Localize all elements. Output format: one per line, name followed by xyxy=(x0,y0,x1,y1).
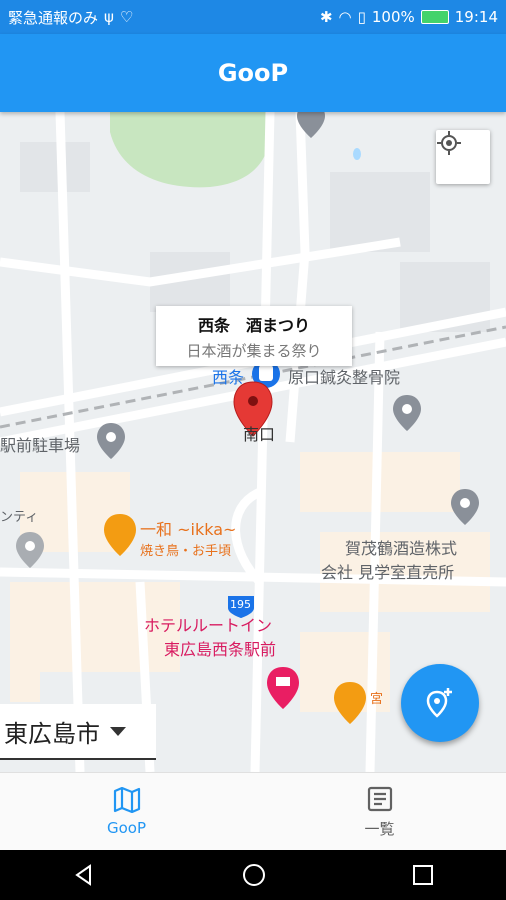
map-icon xyxy=(113,787,140,813)
info-window-title: 西条 酒まつり xyxy=(197,316,310,335)
partial-label: 宮 xyxy=(370,692,384,707)
add-location-icon xyxy=(426,688,452,718)
status-text: 緊急通報のみ xyxy=(8,8,99,27)
south-exit-label: 南口 xyxy=(243,425,276,444)
station-label: 西条 xyxy=(212,368,245,387)
battery-percent: 100% xyxy=(371,8,415,26)
route-number: 195 xyxy=(230,598,251,611)
bottom-navigation: GooP 一覧 xyxy=(0,772,506,851)
marker-info-window[interactable]: 西条 酒まつり 日本酒が集まる祭り xyxy=(156,306,352,366)
ikka-sublabel: 焼き鳥・お手頃 xyxy=(140,544,232,559)
clinic-label: 原口鍼灸整骨院 xyxy=(288,368,401,387)
parking-label: 駅前駐車場 xyxy=(0,436,81,455)
nav-item-map[interactable]: GooP xyxy=(0,773,253,851)
sim-icon: ▯ xyxy=(357,8,366,26)
usb-icon: ψ xyxy=(104,8,114,26)
info-window-subtitle: 日本酒が集まる祭り xyxy=(186,342,322,360)
recents-icon[interactable] xyxy=(412,864,434,886)
ikka-label: 一和 ~ikka~ xyxy=(140,520,237,539)
list-icon xyxy=(367,786,392,811)
kamotsuru-label-1: 賀茂鶴酒造株式 xyxy=(345,539,458,558)
home-icon[interactable] xyxy=(241,862,267,888)
clock: 19:14 xyxy=(454,8,498,26)
city-dropdown[interactable]: 東広島市 xyxy=(0,704,156,760)
add-location-fab[interactable] xyxy=(401,664,479,742)
app-bar: GooP xyxy=(0,34,506,112)
back-icon[interactable] xyxy=(72,863,96,887)
wifi-icon: ◠ xyxy=(338,8,352,26)
hotel-label-2: 東広島西条駅前 xyxy=(164,640,277,659)
my-location-button[interactable] xyxy=(436,130,490,184)
hotel-label-1: ホテルルートイン xyxy=(144,616,273,635)
crosshair-icon xyxy=(437,131,461,155)
app-title: GooP xyxy=(217,59,289,87)
system-navigation-bar xyxy=(0,850,506,900)
kamotsuru-label-2: 会社 見学室直売所 xyxy=(321,563,455,582)
status-bar: 緊急通報のみ ψ ♡ ✱ ◠ ▯ 100% 19:14 xyxy=(0,0,506,34)
bluetooth-icon: ✱ xyxy=(319,8,333,26)
nav-label-list: 一覧 xyxy=(364,819,395,838)
nav-item-list[interactable]: 一覧 xyxy=(253,773,506,851)
city-dropdown-value: 東広島市 xyxy=(4,719,100,748)
nav-label-map: GooP xyxy=(106,819,147,837)
dropdown-arrow-icon xyxy=(110,726,126,736)
battery-icon xyxy=(420,10,449,24)
heart-icon: ♡ xyxy=(119,8,134,26)
partial-label-nti: ンティ xyxy=(0,510,39,525)
